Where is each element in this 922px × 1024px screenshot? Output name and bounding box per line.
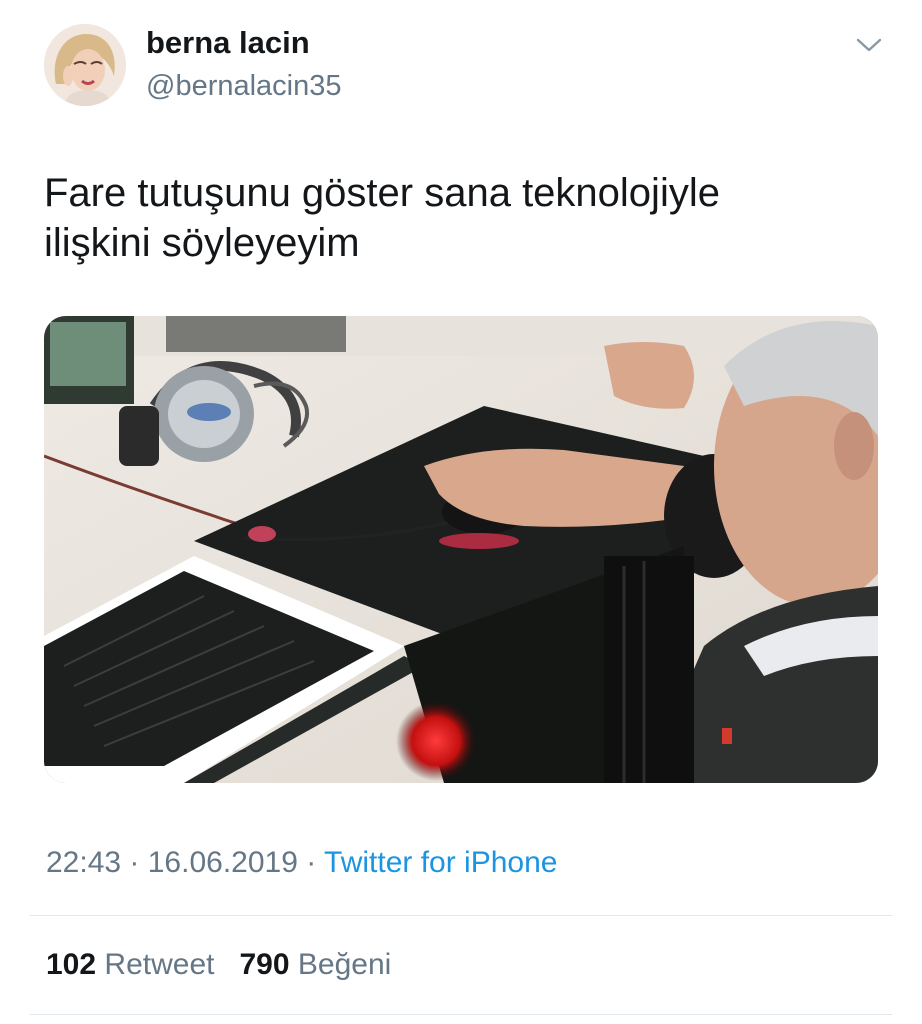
like-count: 790 bbox=[239, 948, 290, 981]
meta-separator: · bbox=[121, 846, 148, 879]
tweet-source-link[interactable]: Twitter for iPhone bbox=[324, 846, 557, 879]
retweets-stat[interactable]: 102 Retweet bbox=[46, 948, 214, 981]
tweet-text-line: Fare tutuşunu göster sana teknolojiyle bbox=[44, 171, 720, 215]
user-handle[interactable]: @bernalacin35 bbox=[146, 68, 342, 104]
tweet-meta: 22:43 · 16.06.2019 · Twitter for iPhone bbox=[46, 844, 557, 882]
tweet-media-video[interactable] bbox=[44, 316, 878, 783]
likes-stat[interactable]: 790 Beğeni bbox=[239, 948, 391, 981]
divider bbox=[30, 915, 892, 916]
display-name[interactable]: berna lacin bbox=[146, 24, 310, 62]
tweet-time: 22:43 bbox=[46, 846, 122, 879]
retweet-count: 102 bbox=[46, 948, 97, 981]
tweet-date[interactable]: 16.06.2019 bbox=[148, 846, 298, 879]
avatar[interactable] bbox=[44, 24, 126, 106]
tweet-text-line: ilişkini söyleyeyim bbox=[44, 221, 360, 265]
video-frame-image bbox=[44, 316, 878, 783]
chevron-down-icon[interactable] bbox=[852, 32, 886, 58]
tweet-stats: 102 Retweet 790 Beğeni bbox=[46, 946, 391, 984]
like-label: Beğeni bbox=[297, 948, 392, 981]
tweet-text: Fare tutuşunu göster sana teknolojiyle i… bbox=[44, 168, 884, 268]
retweet-label: Retweet bbox=[104, 948, 215, 981]
divider bbox=[30, 1014, 892, 1015]
meta-separator: · bbox=[297, 846, 325, 879]
avatar-image bbox=[44, 24, 126, 106]
